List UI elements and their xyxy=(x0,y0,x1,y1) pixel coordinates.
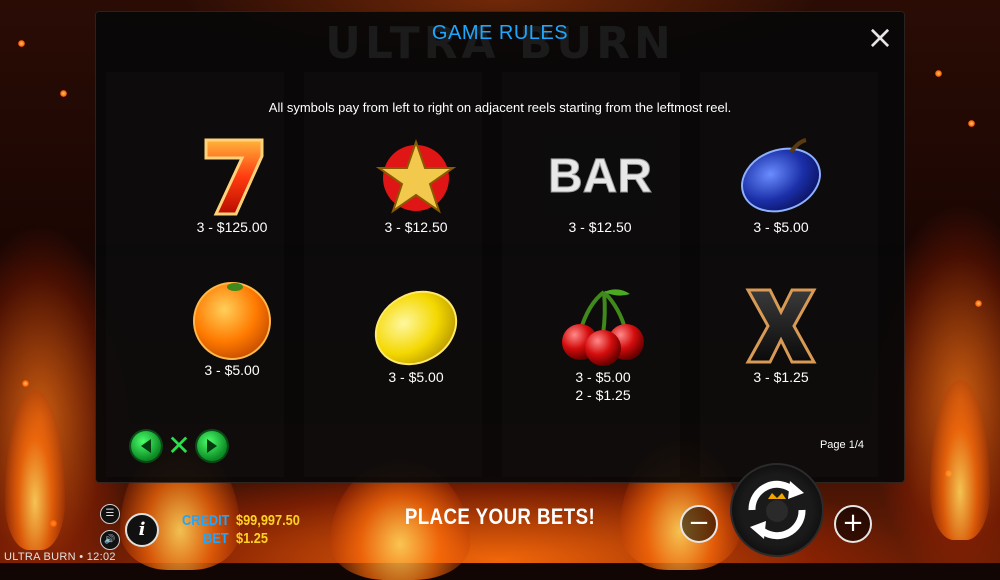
lemon-icon xyxy=(374,290,458,366)
spin-button[interactable] xyxy=(730,463,824,557)
paytable-item-bar: BAR 3 - $12.50 xyxy=(540,134,660,236)
plus-icon: + xyxy=(842,508,864,538)
info-button[interactable]: i xyxy=(125,513,159,547)
status-message: PLACE YOUR BETS! xyxy=(404,504,596,529)
bottom-bar: ☰ 🔊 i CREDIT $99,997.50 BET $1.25 PLACE … xyxy=(0,482,1000,563)
star-icon xyxy=(375,138,457,214)
payout-text: 3 - $5.00 xyxy=(388,369,444,385)
minus-icon: − xyxy=(688,508,710,538)
footer-status: ULTRA BURN • 12:02 xyxy=(4,551,116,563)
paytable-item-star: 3 - $12.50 xyxy=(366,134,466,236)
credit-value: $99,997.50 xyxy=(236,512,300,529)
decrease-bet-button[interactable]: − xyxy=(680,505,718,543)
x-icon xyxy=(745,288,817,364)
panel-title: GAME RULES xyxy=(431,22,569,44)
arrow-right-icon xyxy=(207,439,217,453)
payout-text: 2 - $1.25 xyxy=(575,387,631,403)
paytable-item-orange: 3 - $5.00 xyxy=(182,277,282,379)
reel-background xyxy=(502,72,680,477)
bar-label: BAR xyxy=(548,150,652,203)
menu-icon: ☰ xyxy=(105,508,115,519)
separator: • xyxy=(79,551,84,563)
game-rules-panel: ULTRA BURN GAME RULES × All symbols pay … xyxy=(96,12,904,482)
payout-text: 3 - $5.00 xyxy=(575,369,631,385)
menu-button[interactable]: ☰ xyxy=(100,504,120,524)
paytable-item-x: 3 - $1.25 xyxy=(731,284,831,386)
next-page-button[interactable] xyxy=(197,431,227,461)
close-rules-x-button[interactable]: ✕ xyxy=(165,432,193,460)
payout-text: 3 - $5.00 xyxy=(753,219,809,235)
paytable-item-lemon: 3 - $5.00 xyxy=(366,284,466,386)
increase-bet-button[interactable]: + xyxy=(834,505,872,543)
sound-icon: 🔊 xyxy=(104,535,116,545)
close-button[interactable]: × xyxy=(866,21,894,53)
paytable-item-plum: 3 - $5.00 xyxy=(731,134,831,236)
page-indicator: Page 1/4 xyxy=(819,439,864,451)
paytable-item-seven: 3 - $125.00 xyxy=(182,134,282,236)
game-name: ULTRA BURN xyxy=(4,551,76,563)
payout-text: 3 - $5.00 xyxy=(204,362,260,378)
payout-text: 3 - $125.00 xyxy=(196,219,268,235)
cherries-icon xyxy=(562,289,644,366)
prev-page-button[interactable] xyxy=(131,431,161,461)
arrow-left-icon xyxy=(141,439,151,453)
seven-icon xyxy=(204,138,264,216)
rules-intro-text: All symbols pay from left to right on ad… xyxy=(268,100,732,115)
payout-text: 3 - $12.50 xyxy=(568,219,632,235)
payout-text: 3 - $1.25 xyxy=(753,369,809,385)
page-navigation: ✕ xyxy=(131,429,227,463)
reel-background xyxy=(304,72,482,477)
reel-background xyxy=(106,72,284,477)
reel-background xyxy=(700,72,878,477)
payout-text: 3 - $12.50 xyxy=(384,219,448,235)
bar-icon: BAR xyxy=(542,136,658,216)
sound-button[interactable]: 🔊 xyxy=(100,530,120,550)
spin-arrows-icon xyxy=(748,480,806,540)
orange-icon xyxy=(193,282,271,360)
bet-label: BET xyxy=(203,530,229,547)
paytable-item-cherries: 3 - $5.00 2 - $1.25 xyxy=(553,284,653,404)
plum-icon xyxy=(741,138,821,213)
credit-label: CREDIT xyxy=(182,512,230,529)
clock: 12:02 xyxy=(86,551,116,563)
bet-value: $1.25 xyxy=(236,530,268,547)
info-icon: i xyxy=(138,519,146,540)
